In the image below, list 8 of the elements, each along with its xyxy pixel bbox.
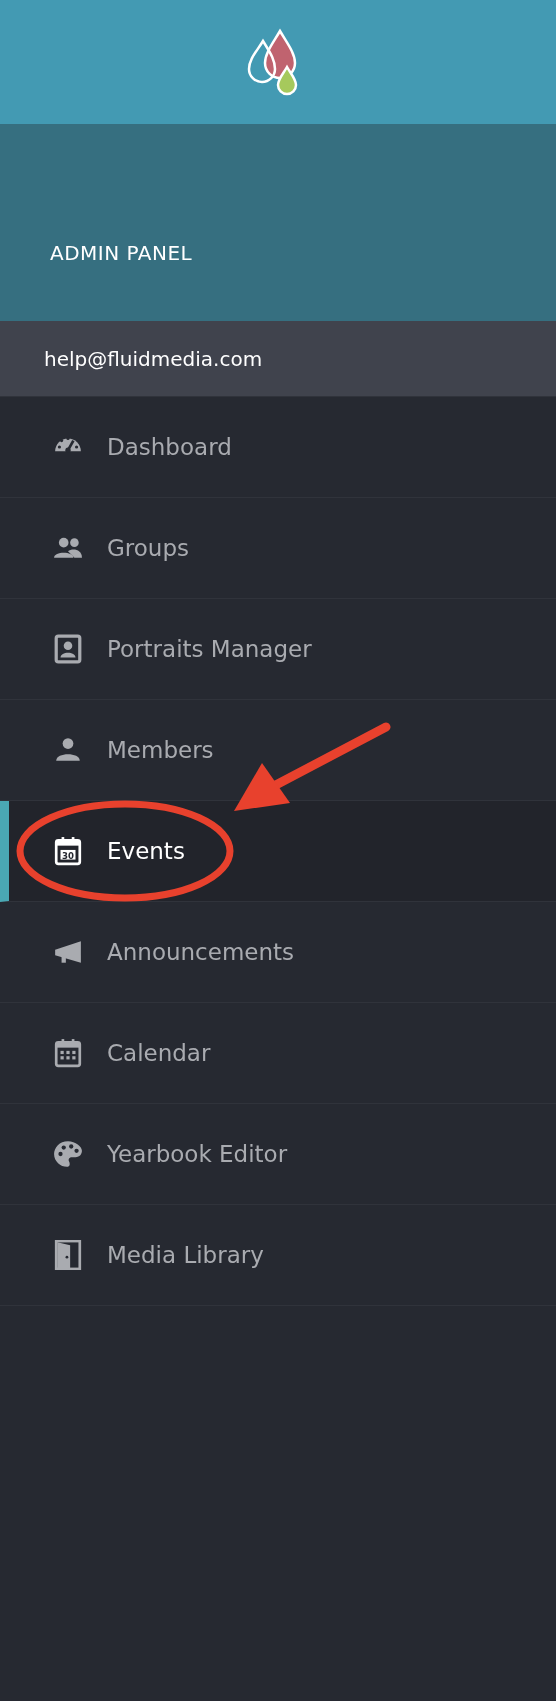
door-icon [53,1240,83,1270]
calendar-icon [53,1038,83,1068]
panel-title: ADMIN PANEL [50,241,193,265]
calendar-icon: 30 [53,836,83,866]
account-email: help@fluidmedia.com [44,346,263,371]
menu-item[interactable]: 30 Events [0,801,556,902]
palette-icon [53,1139,83,1169]
portrait-icon [53,634,83,664]
